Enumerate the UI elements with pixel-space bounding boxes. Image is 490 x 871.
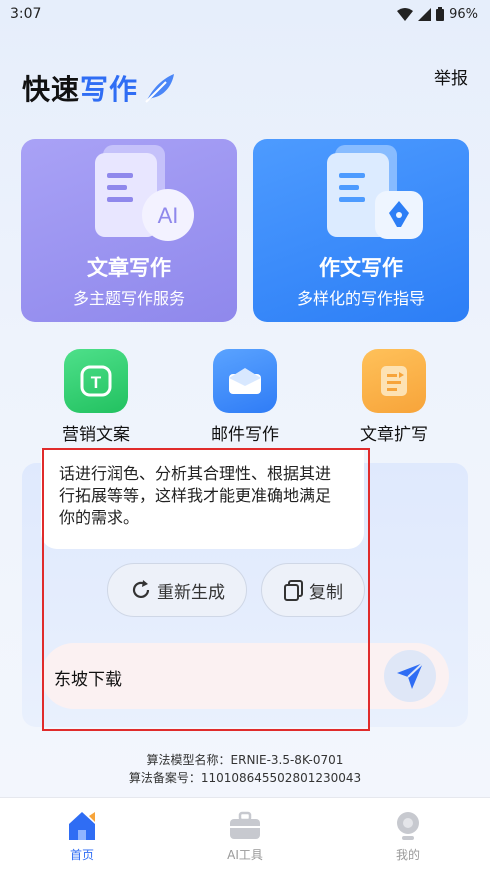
tab-mine[interactable]: 我的 (358, 806, 458, 863)
ai-badge: AI (158, 203, 179, 228)
status-icons: 96% (397, 7, 478, 22)
card-subtitle: 多主题写作服务 (72, 289, 185, 308)
profile-icon (397, 812, 419, 840)
tool-marketing-copy[interactable]: T 营销文案 (41, 349, 151, 445)
title-part-1: 快速 (22, 73, 81, 106)
signal-icon (418, 7, 432, 21)
card-title: 文章写作 (87, 256, 171, 280)
home-icon (69, 812, 95, 840)
report-link[interactable]: 举报 (434, 64, 468, 89)
regenerate-button[interactable]: 重新生成 (107, 563, 247, 617)
feather-icon (145, 74, 175, 103)
svg-text:T: T (91, 373, 102, 392)
bottom-tab-bar: 首页 AI工具 我的 (0, 797, 490, 871)
tab-ai-tools-label: AI工具 (227, 848, 263, 862)
status-time: 3:07 (10, 6, 42, 22)
article-writing-card[interactable]: AI 文章写作 多主题写作服务 (21, 139, 237, 322)
card-title: 作文写作 (319, 256, 403, 280)
ai-response-message: 话进行润色、分析其合理性、根据其进行拓展等等，这样我才能更准确地满足你的需求。 (41, 449, 364, 549)
regenerate-label: 重新生成 (157, 582, 225, 603)
card-subtitle: 多样化的写作指导 (296, 289, 425, 308)
ai-document-icon: AI (95, 145, 194, 241)
copy-button[interactable]: 复制 (261, 563, 365, 617)
tool-email-writing[interactable]: 邮件写作 (190, 349, 300, 445)
tab-home-label: 首页 (69, 848, 94, 862)
email-icon (213, 349, 277, 413)
model-name-line: 算法模型名称：ERNIE-3.5-8K-0701 (146, 753, 344, 767)
copy-label: 复制 (309, 582, 343, 603)
battery-icon (436, 7, 445, 21)
title-part-2: 写作 (80, 73, 139, 106)
battery-level: 96% (449, 6, 478, 22)
tool-label: 营销文案 (62, 425, 130, 445)
toolbox-icon (230, 811, 260, 839)
tab-ai-tools[interactable]: AI工具 (195, 806, 295, 863)
tool-label: 邮件写作 (211, 425, 279, 445)
tool-label: 文章扩写 (360, 425, 428, 445)
chat-input-value: 东坡下载 (54, 670, 122, 690)
pen-document-icon (327, 145, 423, 239)
refresh-icon (132, 580, 150, 599)
tab-home[interactable]: 首页 (32, 806, 132, 863)
send-icon (397, 662, 424, 689)
record-number-line: 算法备案号：110108645502801230043 (128, 771, 362, 785)
send-button[interactable] (384, 650, 436, 702)
tab-mine-label: 我的 (395, 848, 420, 862)
status-bar: 3:07 96% (0, 0, 490, 28)
marketing-copy-icon: T (64, 349, 128, 413)
wifi-icon (397, 7, 414, 21)
essay-writing-card[interactable]: 作文写作 多样化的写作指导 (253, 139, 469, 322)
app-title: 快速 写作 (22, 68, 176, 108)
tool-article-expand[interactable]: 文章扩写 (339, 349, 449, 445)
expand-doc-icon (362, 349, 426, 413)
copy-icon (284, 580, 303, 601)
